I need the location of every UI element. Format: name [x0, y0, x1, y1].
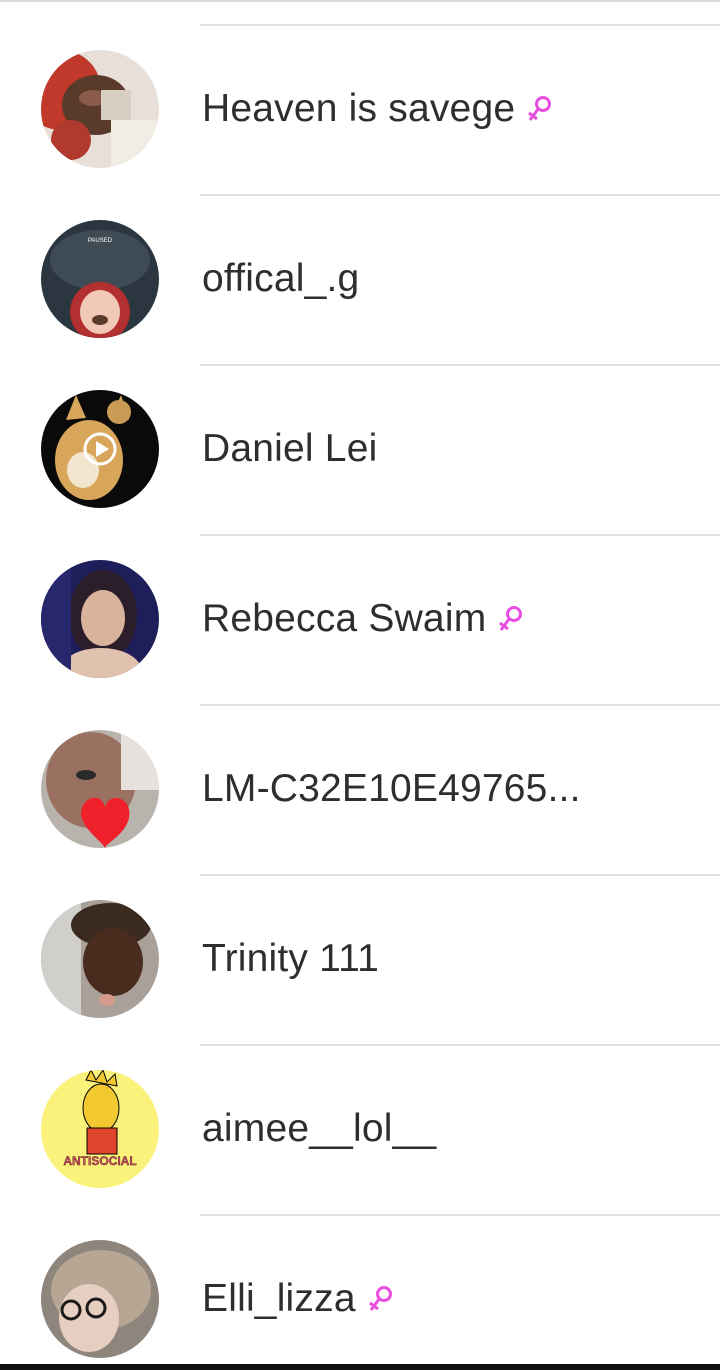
contact-row-rebecca-swaim[interactable]: Rebecca Swaim — [0, 534, 720, 704]
contact-row-trinity-111[interactable]: Trinity 111 — [0, 874, 720, 1044]
female-icon — [499, 606, 523, 631]
contact-list: Heaven is savege PAUSED offical_.g Danie… — [0, 24, 720, 1370]
antisocial-label: ANTISOCIAL — [63, 1154, 136, 1168]
avatar[interactable] — [41, 1240, 159, 1358]
contact-name: aimee__lol__ — [202, 1107, 437, 1150]
top-divider — [0, 0, 720, 2]
contact-row-elli-lizza[interactable]: Elli_lizza — [0, 1214, 720, 1370]
contact-row-heaven-is-savege[interactable]: Heaven is savege — [0, 24, 720, 194]
avatar[interactable]: ANTISOCIAL — [41, 1070, 159, 1188]
contact-name: Trinity 111 — [202, 937, 380, 980]
contact-row-aimee-lol[interactable]: ANTISOCIAL aimee__lol__ — [0, 1044, 720, 1214]
contact-name-wrap: LM-C32E10E49765... — [202, 704, 581, 874]
avatar-photo-heaven — [41, 50, 159, 168]
contact-name-wrap: Rebecca Swaim — [202, 534, 524, 704]
contact-name-wrap: Elli_lizza — [202, 1214, 394, 1370]
contact-name-wrap: Trinity 111 — [202, 874, 379, 1044]
contact-name-wrap: offical_.g — [202, 194, 359, 364]
female-icon — [368, 1286, 392, 1311]
contact-name: offical_.g — [202, 257, 360, 300]
contact-name-wrap: aimee__lol__ — [202, 1044, 436, 1214]
avatar[interactable] — [41, 50, 159, 168]
contacts-screen: Heaven is savege PAUSED offical_.g Danie… — [0, 0, 720, 1370]
avatar-photo-lm — [41, 730, 159, 848]
avatar[interactable] — [41, 560, 159, 678]
avatar-photo-trinity — [41, 900, 159, 1018]
avatar-photo-elli — [41, 1240, 159, 1358]
avatar[interactable] — [41, 900, 159, 1018]
contact-row-daniel-lei[interactable]: Daniel Lei — [0, 364, 720, 534]
contact-name: Daniel Lei — [202, 427, 378, 470]
contact-name: Elli_lizza — [202, 1277, 356, 1320]
avatar-photo-aimee: ANTISOCIAL — [41, 1070, 159, 1188]
avatar-photo-rebecca-swaim — [41, 560, 159, 678]
avatar-photo-offical-g: PAUSED — [41, 220, 159, 338]
avatar-photo-daniel-lei — [41, 390, 159, 508]
contact-name: Rebecca Swaim — [202, 597, 487, 640]
paused-label: PAUSED — [88, 238, 113, 244]
contact-name: LM-C32E10E49765... — [202, 767, 581, 810]
contact-name: Heaven is savege — [202, 87, 516, 130]
avatar[interactable] — [41, 390, 159, 508]
female-icon — [528, 96, 552, 121]
avatar[interactable] — [41, 730, 159, 848]
contact-name-wrap: Daniel Lei — [202, 364, 377, 534]
contact-row-offical-g[interactable]: PAUSED offical_.g — [0, 194, 720, 364]
contact-row-lm-c32e10e49765[interactable]: LM-C32E10E49765... — [0, 704, 720, 874]
avatar[interactable]: PAUSED — [41, 220, 159, 338]
system-nav-bar — [0, 1364, 720, 1370]
contact-name-wrap: Heaven is savege — [202, 24, 553, 194]
